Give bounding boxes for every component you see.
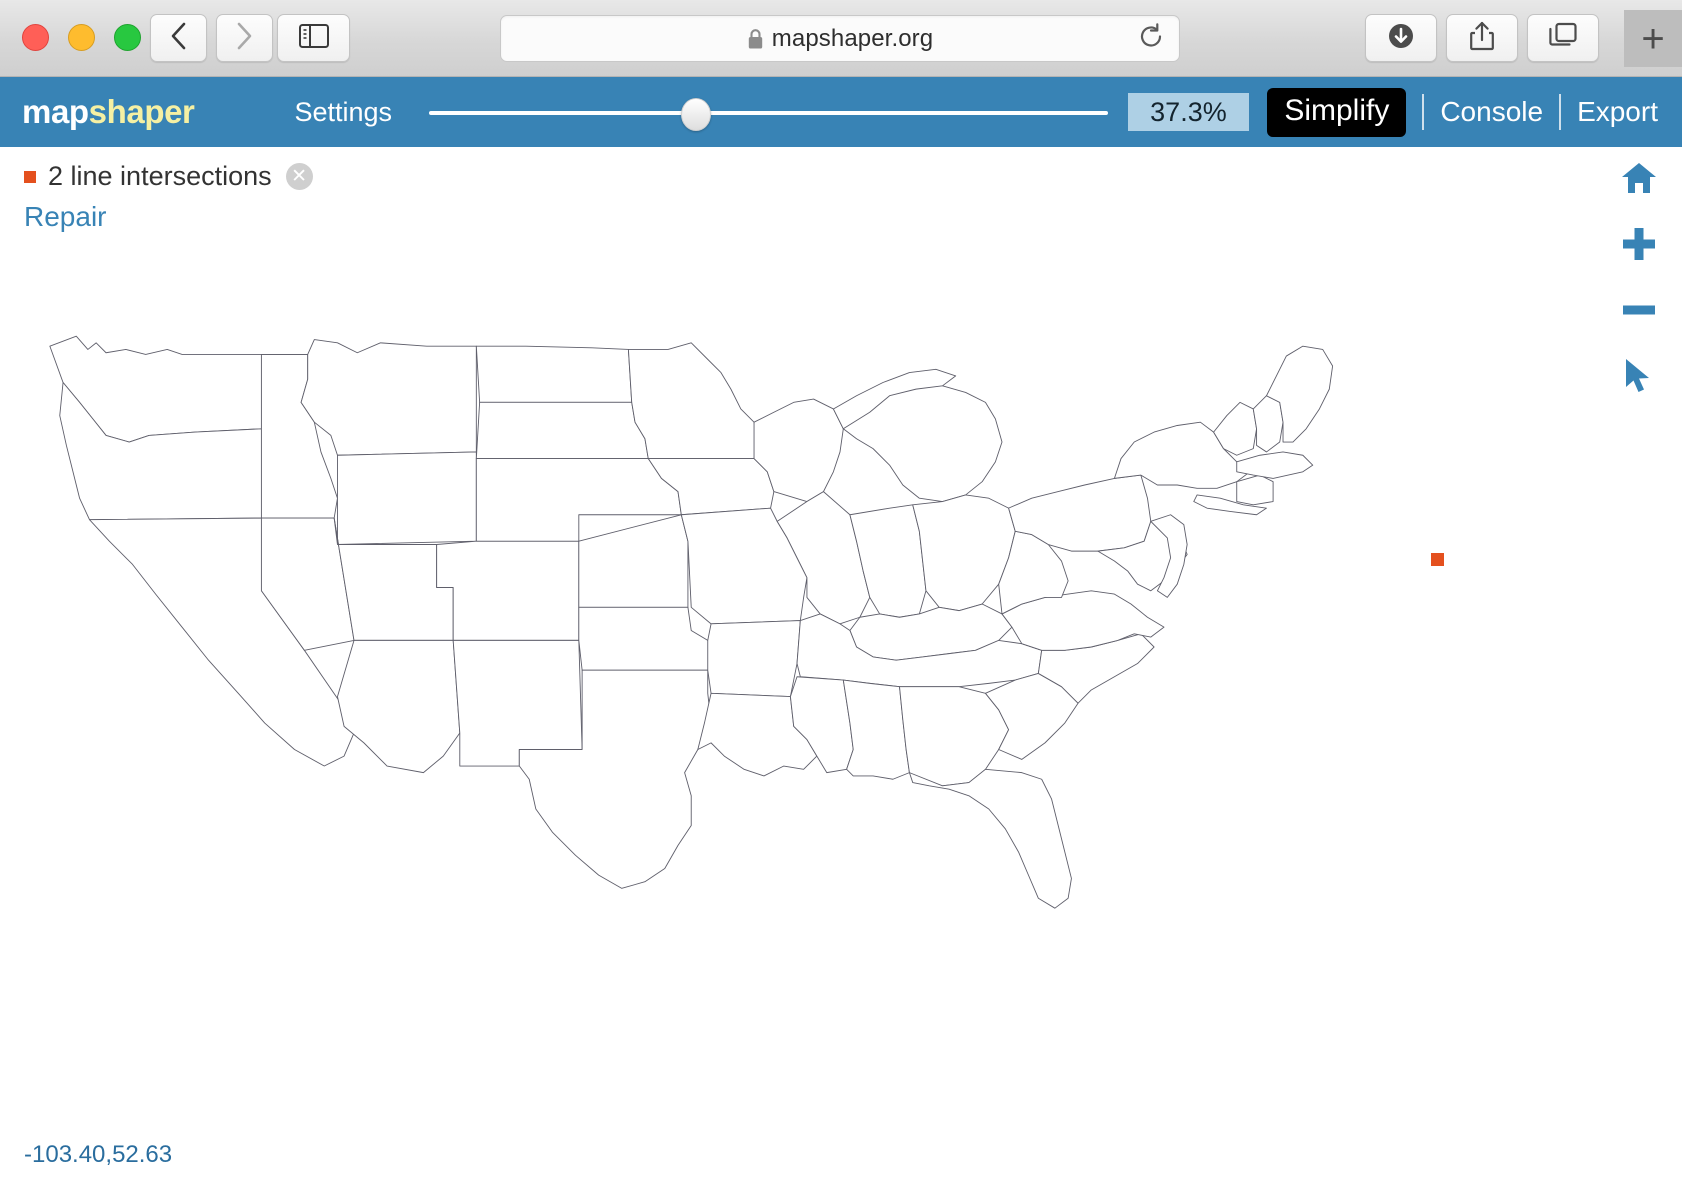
state-wy: [337, 451, 477, 545]
intersection-message-row: 2 line intersections ✕: [24, 161, 313, 192]
sidebar-toggle-button[interactable]: [277, 14, 350, 62]
state-nh: [1252, 395, 1284, 453]
toolbar-divider-2: [1559, 94, 1562, 130]
home-button[interactable]: [1618, 159, 1660, 201]
settings-button[interactable]: Settings: [294, 97, 392, 128]
toolbar-divider-1: [1422, 94, 1425, 130]
state-fl: [908, 768, 1072, 909]
home-icon: [1621, 161, 1657, 200]
state-mi: [832, 368, 1003, 502]
console-button[interactable]: Console: [1440, 96, 1543, 128]
simplification-slider[interactable]: [429, 92, 1108, 132]
us-map-svg: [49, 335, 1334, 909]
repair-button[interactable]: Repair: [24, 201, 313, 233]
line-intersection-marker[interactable]: [1431, 553, 1444, 566]
state-ma: [1236, 451, 1314, 479]
cursor-coordinates: -103.40,52.63: [24, 1141, 173, 1168]
downloads-icon: [1387, 22, 1415, 55]
us-states-map[interactable]: [30, 297, 1650, 997]
state-co: [436, 540, 580, 641]
lock-icon: [747, 28, 764, 50]
state-sd: [475, 401, 649, 460]
close-icon[interactable]: ✕: [285, 163, 313, 190]
browser-chrome: mapshaper.org +: [0, 0, 1682, 77]
state-az: [337, 639, 461, 774]
state-ok: [578, 606, 722, 671]
state-nm: [452, 639, 583, 767]
browser-nav-buttons: [150, 14, 273, 62]
back-button[interactable]: [150, 14, 207, 62]
address-bar-url: mapshaper.org: [771, 24, 934, 52]
state-al: [842, 679, 910, 780]
logo-text-secondary: shaper: [88, 93, 195, 130]
new-tab-button[interactable]: +: [1624, 10, 1682, 67]
share-button[interactable]: [1446, 14, 1518, 62]
intersection-message-text: 2 line intersections: [48, 161, 272, 191]
browser-action-buttons: [1365, 14, 1599, 62]
downloads-button[interactable]: [1365, 14, 1437, 62]
simplification-percent-field[interactable]: 37.3%: [1127, 93, 1250, 131]
state-boundaries: [49, 335, 1334, 909]
zoom-window-button[interactable]: [114, 24, 141, 51]
logo-text-primary: map: [22, 93, 89, 130]
sidebar-toggle-icon: [298, 23, 329, 53]
zoom-in-button[interactable]: [1618, 225, 1660, 267]
plus-icon: +: [1641, 16, 1665, 61]
chevron-left-icon: [169, 21, 188, 56]
app-logo: mapshaper: [22, 93, 195, 131]
forward-button[interactable]: [216, 14, 273, 62]
state-ar: [707, 620, 801, 698]
tab-overview-button[interactable]: [1527, 14, 1599, 62]
slider-thumb[interactable]: [681, 98, 712, 131]
address-bar[interactable]: mapshaper.org: [500, 15, 1180, 62]
plus-icon: [1621, 226, 1657, 267]
minimize-window-button[interactable]: [68, 24, 95, 51]
reload-icon[interactable]: [1137, 22, 1165, 55]
close-window-button[interactable]: [22, 24, 49, 51]
share-icon: [1469, 21, 1495, 56]
tab-overview-icon: [1548, 22, 1578, 55]
intersection-marker-swatch: [24, 170, 36, 183]
error-message-panel: 2 line intersections ✕ Repair: [24, 161, 313, 233]
map-canvas-area[interactable]: 2 line intersections ✕ Repair -103.40,52…: [0, 147, 1682, 1187]
chevron-right-icon: [235, 21, 254, 56]
simplify-button[interactable]: Simplify: [1267, 87, 1407, 137]
mapshaper-toolbar: mapshaper Settings 37.3% Simplify Consol…: [0, 77, 1682, 147]
window-traffic-lights: [22, 24, 141, 51]
slider-track[interactable]: [429, 111, 1108, 115]
state-ks: [578, 514, 689, 608]
state-ct: [1236, 474, 1274, 506]
export-button[interactable]: Export: [1577, 96, 1658, 128]
state-mn: [627, 342, 758, 460]
state-nd: [475, 345, 633, 403]
